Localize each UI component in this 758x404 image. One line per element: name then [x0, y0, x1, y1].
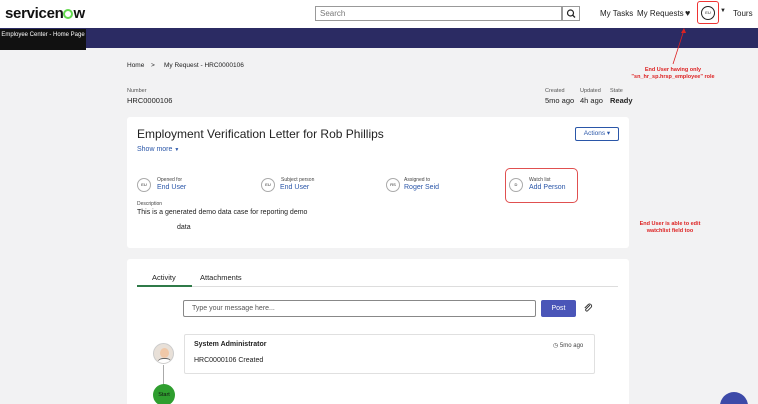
show-more-link[interactable]: Show more ▼ — [137, 146, 179, 153]
description-label: Description — [137, 201, 163, 207]
paperclip-icon[interactable] — [583, 303, 593, 315]
post-button[interactable]: Post — [541, 300, 576, 317]
assigned-link[interactable]: Roger Seid — [404, 184, 439, 191]
number-value: HRC0000106 — [127, 96, 173, 105]
active-tab-indicator — [137, 285, 192, 287]
tab-attachments[interactable]: Attachments — [200, 273, 242, 282]
updated-label: Updated — [580, 88, 601, 94]
avatar — [153, 343, 174, 364]
clock-icon: ◷ — [553, 343, 559, 349]
breadcrumb-separator-icon: > — [151, 62, 155, 69]
number-label: Number — [127, 88, 147, 94]
created-label: Created — [545, 88, 565, 94]
tab-divider — [137, 286, 618, 287]
subject-avatar: EU — [261, 178, 275, 192]
subject-label: Subject person — [281, 177, 315, 183]
actions-button[interactable]: Actions ▾ — [575, 127, 619, 141]
opened-for-label: Opened for — [157, 177, 183, 183]
timeline-line — [163, 365, 164, 385]
entry-text: HRC0000106 Created — [194, 357, 264, 364]
timeline-start-marker: Start — [153, 384, 175, 404]
attachment-icon-svg — [584, 303, 593, 312]
watchlist-avatar: D — [509, 178, 523, 192]
opened-for-link[interactable]: End User — [157, 184, 186, 191]
role-annotation: End User having only "sn_hr_sp.hrsp_empl… — [631, 67, 715, 80]
breadcrumb-current: My Request - HRC0000106 — [164, 62, 244, 69]
tab-activity[interactable]: Activity — [152, 273, 176, 282]
created-value: 5mo ago — [545, 96, 575, 105]
case-title: Employment Verification Letter for Rob P… — [137, 127, 384, 141]
breadcrumb-home[interactable]: Home — [127, 62, 144, 69]
show-more-label: Show more — [137, 146, 173, 153]
message-placeholder: Type your message here... — [192, 305, 275, 312]
avatar-head — [160, 348, 169, 358]
description-text-continued: data — [177, 224, 191, 231]
activity-entry — [184, 334, 595, 374]
state-value: Ready — [610, 96, 633, 105]
assigned-avatar: RS — [386, 178, 400, 192]
add-person-link[interactable]: Add Person — [529, 184, 566, 191]
message-input[interactable]: Type your message here... — [183, 300, 536, 317]
entry-author: System Administrator — [194, 341, 267, 348]
updated-value: 4h ago — [580, 96, 603, 105]
watchlist-annotation: End User is able to edit watchlist field… — [639, 221, 701, 234]
chevron-down-icon: ▼ — [174, 147, 180, 153]
state-label: State — [610, 88, 623, 94]
entry-time-text: 5mo ago — [559, 343, 584, 349]
entry-timestamp: ◷ 5mo ago — [553, 342, 583, 349]
subject-link[interactable]: End User — [280, 184, 309, 191]
watchlist-label: Watch list — [529, 177, 551, 183]
description-text: This is a generated demo data case for r… — [137, 209, 308, 216]
assigned-label: Assigned to — [404, 177, 431, 183]
opened-for-avatar: EU — [137, 178, 151, 192]
